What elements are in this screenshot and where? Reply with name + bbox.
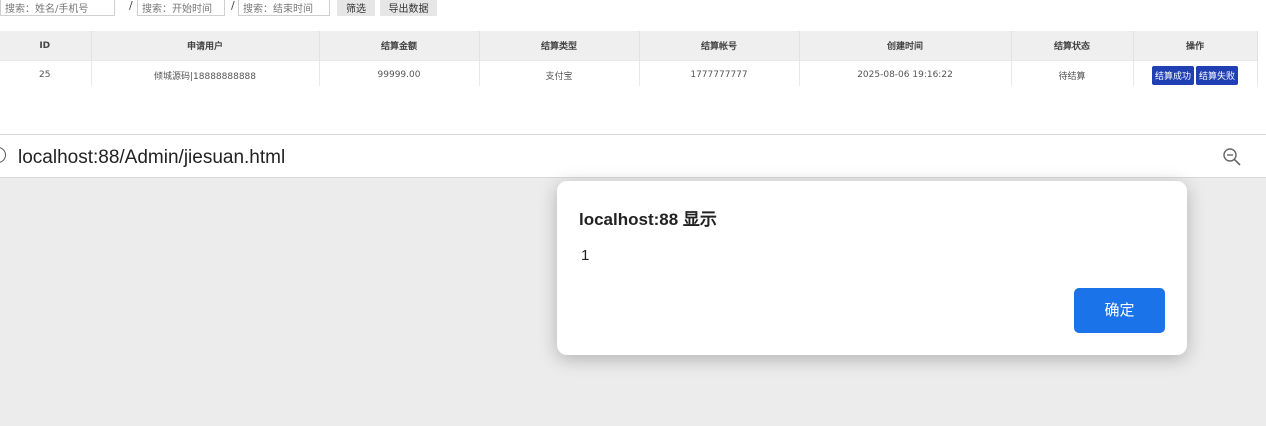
- url-text[interactable]: localhost:88/Admin/jiesuan.html: [18, 147, 285, 169]
- export-button[interactable]: 导出数据: [380, 0, 437, 16]
- header-account: 结算帐号: [639, 31, 800, 61]
- table-header-row: ID 申请用户 结算金额 结算类型 结算帐号 创建时间 结算状态 操作: [0, 31, 1258, 61]
- header-type: 结算类型: [479, 31, 640, 61]
- zoom-out-icon[interactable]: [1222, 147, 1242, 167]
- address-bar[interactable]: localhost:88/Admin/jiesuan.html: [0, 134, 1266, 178]
- table-bottom: [0, 86, 1266, 94]
- header-user: 申请用户: [91, 31, 320, 61]
- start-time-input[interactable]: 搜索：开始时间: [137, 0, 225, 16]
- filter-button[interactable]: 筛选: [337, 0, 375, 16]
- page-gap: [0, 94, 1266, 134]
- end-time-input[interactable]: 搜索：结束时间: [238, 0, 330, 16]
- separator: /: [231, 0, 235, 12]
- dialog-message: 1: [581, 247, 590, 264]
- site-info-icon[interactable]: [0, 147, 6, 163]
- dialog-title: localhost:88 显示: [579, 210, 717, 229]
- filter-bar: 搜索：姓名/手机号 / 搜索：开始时间 / 搜索：结束时间 筛选 导出数据: [0, 0, 1266, 22]
- name-search-input[interactable]: 搜索：姓名/手机号: [0, 0, 115, 16]
- header-id: ID: [0, 31, 92, 61]
- header-status: 结算状态: [1011, 31, 1134, 61]
- settlement-table: ID 申请用户 结算金额 结算类型 结算帐号 创建时间 结算状态 操作 25 倾…: [0, 31, 1258, 90]
- settle-fail-button[interactable]: 结算失败: [1196, 65, 1239, 85]
- header-created: 创建时间: [799, 31, 1012, 61]
- alert-dialog: localhost:88 显示 1 确定: [557, 181, 1187, 355]
- ok-button[interactable]: 确定: [1074, 288, 1165, 333]
- header-actions: 操作: [1133, 31, 1258, 61]
- settle-success-button[interactable]: 结算成功: [1151, 65, 1194, 85]
- separator: /: [129, 0, 133, 12]
- header-amount: 结算金额: [319, 31, 480, 61]
